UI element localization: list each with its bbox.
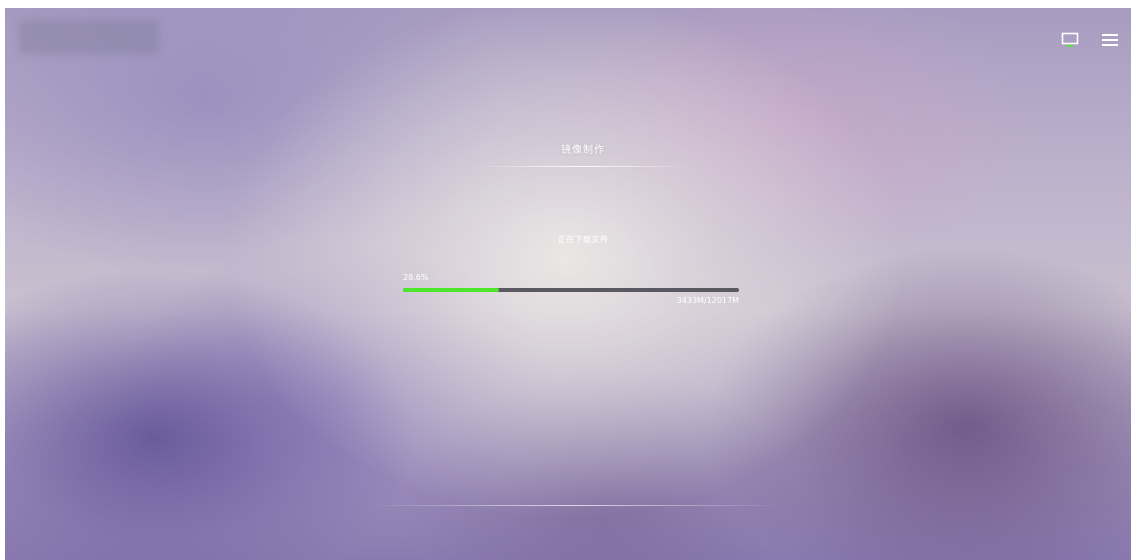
monitor-icon[interactable] — [1059, 30, 1081, 50]
title-divider — [473, 166, 693, 167]
top-right-toolbar — [1059, 30, 1121, 50]
dialog-title: 镜像制作 — [561, 145, 605, 156]
download-progress: 28.6% 3433M/12017M — [403, 273, 739, 305]
progress-percent: 28.6% — [403, 273, 429, 282]
menu-icon[interactable] — [1099, 30, 1121, 50]
progress-track — [403, 288, 739, 292]
corner-logo-blur — [19, 20, 159, 54]
progress-size: 3433M/12017M — [676, 296, 739, 305]
status-text: 正在下载文件 — [557, 235, 609, 244]
bottom-divider — [365, 505, 785, 506]
progress-fill — [403, 288, 500, 292]
background-screen: 镜像制作 正在下载文件 28.6% 3433M/12017M — [5, 8, 1131, 560]
dialog-header: 镜像制作 — [473, 141, 693, 167]
